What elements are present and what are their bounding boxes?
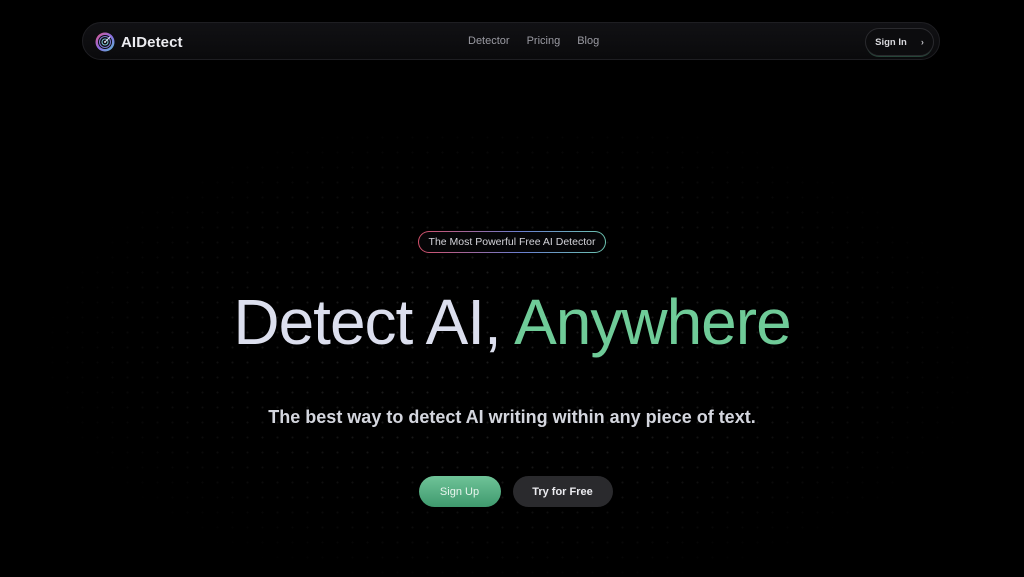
hero-subheadline: The best way to detect AI writing within… (268, 407, 756, 427)
top-navbar: AIDetect Detector Pricing Blog Sign In › (82, 22, 940, 60)
cta-row: Sign Up Try for Free (0, 476, 1024, 507)
landing-page: AIDetect Detector Pricing Blog Sign In ›… (0, 0, 1024, 577)
sign-in-button[interactable]: Sign In › (865, 28, 934, 56)
nav-links: Detector Pricing Blog (468, 35, 599, 47)
nav-link-blog[interactable]: Blog (577, 35, 599, 47)
nav-link-detector[interactable]: Detector (468, 35, 510, 47)
headline-accent: Anywhere (514, 286, 792, 358)
brand[interactable]: AIDetect (95, 31, 183, 53)
headline-main: Detect AI, (233, 286, 515, 358)
sign-in-label: Sign In (875, 36, 907, 48)
chevron-right-icon: › (920, 37, 924, 47)
radar-target-icon (95, 32, 115, 52)
nav-link-pricing[interactable]: Pricing (527, 35, 561, 47)
hero-badge: The Most Powerful Free AI Detector (418, 231, 606, 253)
brand-name: AIDetect (121, 33, 183, 51)
hero-headline: Detect AI, Anywhere (0, 284, 1024, 360)
try-for-free-button[interactable]: Try for Free (512, 476, 613, 507)
sign-up-button[interactable]: Sign Up (418, 476, 501, 507)
hero-badge-text: The Most Powerful Free AI Detector (419, 232, 605, 252)
